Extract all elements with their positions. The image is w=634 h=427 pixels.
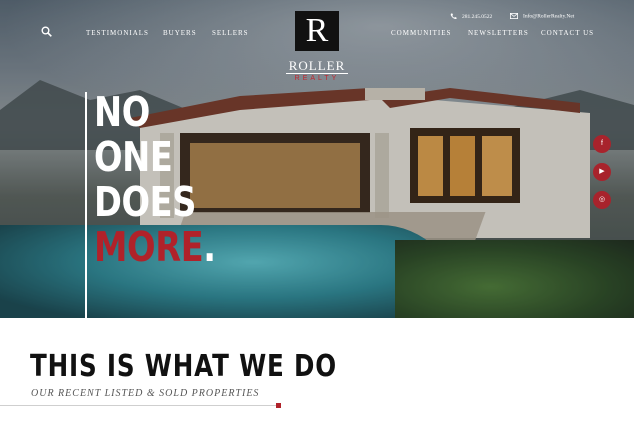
hero-headline: NO ONE DOES MORE. (94, 90, 216, 270)
nav-sellers[interactable]: SELLERS (212, 29, 249, 37)
logo-mark[interactable]: R (295, 11, 339, 51)
headline-accent-line (85, 92, 87, 318)
phone-link[interactable]: 281.245.0522 (450, 13, 492, 20)
headline-line-2: ONE (94, 133, 173, 181)
facebook-icon[interactable]: f (593, 135, 611, 153)
headline-line-4: MORE (94, 223, 204, 271)
nav-testimonials[interactable]: TESTIMONIALS (86, 29, 149, 37)
logo-name: ROLLER (288, 58, 346, 73)
search-icon[interactable] (41, 26, 52, 37)
email-link[interactable]: Info@RollerRealty.Net (510, 13, 574, 19)
nav-newsletters[interactable]: NEWSLETTERS (468, 29, 529, 37)
logo-subtitle: REALTY (294, 75, 340, 82)
section-divider-accent (276, 403, 281, 408)
logo-letter: R (305, 12, 329, 49)
nav-buyers[interactable]: BUYERS (163, 29, 197, 37)
youtube-icon[interactable]: ▶ (593, 163, 611, 181)
section-subtitle: OUR RECENT LISTED & SOLD PROPERTIES (31, 388, 260, 399)
instagram-icon[interactable]: ◎ (593, 191, 611, 209)
section-divider (0, 405, 278, 406)
mail-icon (510, 13, 518, 19)
logo-divider (286, 73, 348, 74)
headline-line-3: DOES (94, 178, 197, 226)
headline-line-1: NO (94, 88, 150, 136)
phone-number: 281.245.0522 (462, 13, 493, 20)
headline-period: . (203, 223, 216, 271)
section-title: THIS IS WHAT WE DO (30, 349, 338, 384)
nav-contact-us[interactable]: CONTACT US (541, 29, 594, 37)
nav-communities[interactable]: COMMUNITIES (391, 29, 451, 37)
phone-icon (450, 13, 457, 20)
email-address: Info@RollerRealty.Net (523, 13, 575, 20)
